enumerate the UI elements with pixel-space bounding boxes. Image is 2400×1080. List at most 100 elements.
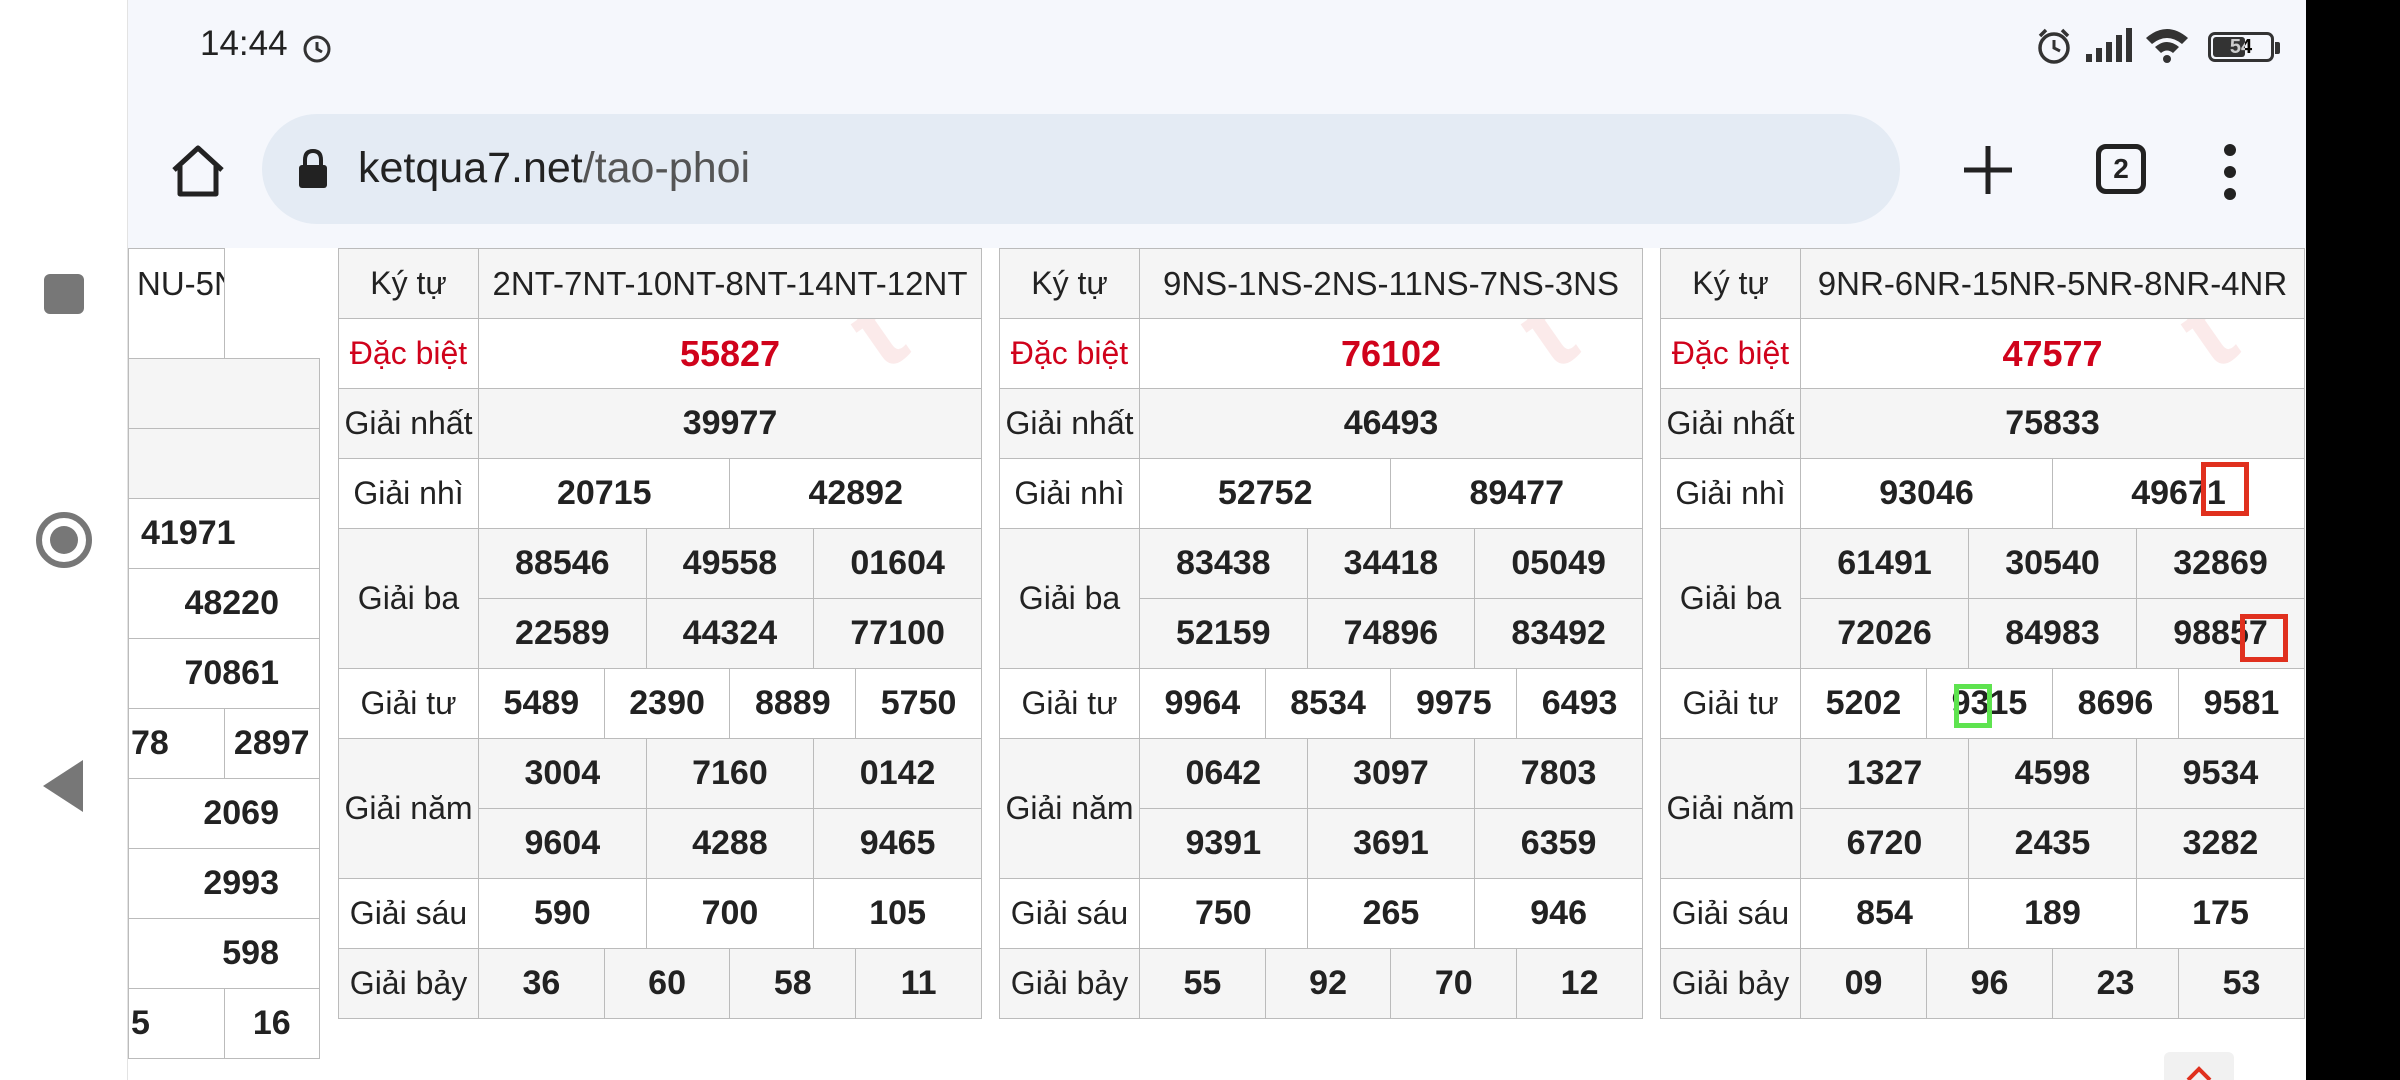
url-text: ketqua7.net/tao-phoi xyxy=(358,144,750,193)
first-prize: 46493 xyxy=(1139,388,1643,459)
battery-level: 54 xyxy=(2229,36,2253,58)
prize-value: 70861 xyxy=(128,638,320,709)
third-prize-value: 44324 xyxy=(645,598,815,669)
label-giai-nhi: Giải nhì xyxy=(999,458,1140,529)
third-prize-value: 34418 xyxy=(1306,528,1476,599)
screen: 14:44 54 ketqua7.net/tao-phoi 2 t t t NU… xyxy=(128,0,2306,1080)
third-prize-value: 05049 xyxy=(1474,528,1643,599)
station-code: NU-5NU- xyxy=(128,248,225,359)
url-path: /tao-phoi xyxy=(582,144,751,192)
fifth-prize-value: 4598 xyxy=(1968,738,2137,809)
third-prize-value: 88546 xyxy=(478,528,647,599)
tab-switcher-button[interactable]: 2 xyxy=(2096,144,2146,194)
signal-icon xyxy=(2086,28,2132,62)
label-giai-nam: Giải năm xyxy=(1660,738,1801,879)
fifth-prize-value: 3282 xyxy=(2136,808,2305,879)
sixth-prize-value: 750 xyxy=(1139,878,1308,949)
browser-toolbar: ketqua7.net/tao-phoi 2 xyxy=(128,92,2306,248)
second-prize-value: 20715 xyxy=(477,458,731,529)
prize-value: 2897 xyxy=(223,708,320,779)
fourth-prize-value: 5489 xyxy=(478,668,605,739)
url-host: ketqua7.net xyxy=(358,144,583,192)
third-prize-value: 52159 xyxy=(1139,598,1308,669)
home-button[interactable] xyxy=(168,140,228,200)
third-prize-value: 01604 xyxy=(813,528,982,599)
page-content: t t t NU-5NU-419714822070861782897206929… xyxy=(128,248,2306,1080)
seventh-prize-value: 60 xyxy=(603,948,731,1019)
seventh-prize-value: 36 xyxy=(478,948,605,1019)
prize-value: 16 xyxy=(223,988,320,1059)
second-prize-value: 49671 xyxy=(2052,458,2305,529)
fifth-prize-value: 9604 xyxy=(478,808,647,879)
prize-value: 78 xyxy=(128,708,225,779)
label-giai-nhi: Giải nhì xyxy=(1660,458,1801,529)
label-giai-ba: Giải ba xyxy=(1660,528,1801,669)
back-icon[interactable] xyxy=(32,754,96,818)
label-giai-nhat: Giải nhất xyxy=(1660,388,1801,459)
sixth-prize-value: 946 xyxy=(1474,878,1643,949)
seventh-prize-value: 70 xyxy=(1390,948,1518,1019)
label-giai-nhat: Giải nhất xyxy=(999,388,1140,459)
first-prize: 75833 xyxy=(1800,388,2305,459)
address-bar[interactable]: ketqua7.net/tao-phoi xyxy=(262,114,1900,224)
fifth-prize-value: 6720 xyxy=(1800,808,1969,879)
label-giai-ba: Giải ba xyxy=(999,528,1140,669)
station-code: 9NS-1NS-2NS-11NS-7NS-3NS xyxy=(1139,248,1643,319)
label-giai-bay: Giải bảy xyxy=(1660,948,1801,1019)
new-tab-icon[interactable] xyxy=(1960,142,2016,198)
label-giai-sau: Giải sáu xyxy=(999,878,1140,949)
special-prize: 55827 xyxy=(478,318,982,389)
second-prize-value: 52752 xyxy=(1138,458,1392,529)
highlight-marker-red xyxy=(2201,462,2249,516)
label-giai-nam: Giải năm xyxy=(338,738,479,879)
chevron-up-icon xyxy=(2186,1066,2212,1080)
first-prize: 39977 xyxy=(478,388,982,459)
prize-value xyxy=(128,358,320,429)
fifth-prize-value: 9534 xyxy=(2136,738,2305,809)
fifth-prize-value: 6359 xyxy=(1474,808,1643,879)
label-giai-tu: Giải tư xyxy=(999,668,1140,739)
fourth-prize-value: 5202 xyxy=(1800,668,1927,739)
prize-value: 48220 xyxy=(128,568,320,639)
fourth-prize-value: 8696 xyxy=(2052,668,2179,739)
sixth-prize-value: 175 xyxy=(2136,878,2305,949)
label-giai-sau: Giải sáu xyxy=(338,878,479,949)
fourth-prize-value: 9975 xyxy=(1390,668,1518,739)
prize-value: 41971 xyxy=(128,498,320,569)
scroll-top-button[interactable] xyxy=(2164,1052,2234,1080)
sixth-prize-value: 854 xyxy=(1800,878,1969,949)
third-prize-value: 32869 xyxy=(2136,528,2305,599)
fourth-prize-value: 8889 xyxy=(729,668,857,739)
fourth-prize-value: 8534 xyxy=(1264,668,1392,739)
label-giai-nhat: Giải nhất xyxy=(338,388,479,459)
prize-value xyxy=(128,428,320,499)
sixth-prize-value: 265 xyxy=(1306,878,1476,949)
label-giai-ba: Giải ba xyxy=(338,528,479,669)
station-code: 9NR-6NR-15NR-5NR-8NR-4NR xyxy=(1800,248,2305,319)
highlight-marker-red xyxy=(2240,614,2288,662)
sixth-prize-value: 105 xyxy=(813,878,982,949)
prize-value: 598 xyxy=(128,918,320,989)
third-prize-value: 83438 xyxy=(1139,528,1308,599)
fifth-prize-value: 0142 xyxy=(813,738,982,809)
seventh-prize-value: 12 xyxy=(1516,948,1643,1019)
tab-count: 2 xyxy=(2113,153,2129,184)
fifth-prize-value: 9465 xyxy=(813,808,982,879)
label-giai-nhi: Giải nhì xyxy=(338,458,479,529)
menu-icon[interactable] xyxy=(2220,142,2240,202)
seventh-prize-value: 23 xyxy=(2052,948,2179,1019)
third-prize-value: 84983 xyxy=(1968,598,2137,669)
home-icon[interactable] xyxy=(32,508,96,572)
fourth-prize-value: 9581 xyxy=(2178,668,2305,739)
fourth-prize-value: 6493 xyxy=(1516,668,1643,739)
third-prize-value: 83492 xyxy=(1474,598,1643,669)
fifth-prize-value: 7160 xyxy=(645,738,815,809)
second-prize-value: 89477 xyxy=(1390,458,1643,529)
label-ky-tu: Ký tự xyxy=(999,248,1140,319)
lottery-table: Ký tự 9NS-1NS-2NS-11NS-7NS-3NS Đặc biệt 761… xyxy=(999,248,1643,1019)
seventh-prize-value: 53 xyxy=(2178,948,2305,1019)
sixth-prize-value: 700 xyxy=(645,878,815,949)
fifth-prize-value: 3097 xyxy=(1306,738,1476,809)
recent-apps-icon[interactable] xyxy=(32,262,96,326)
prize-value: 2993 xyxy=(128,848,320,919)
